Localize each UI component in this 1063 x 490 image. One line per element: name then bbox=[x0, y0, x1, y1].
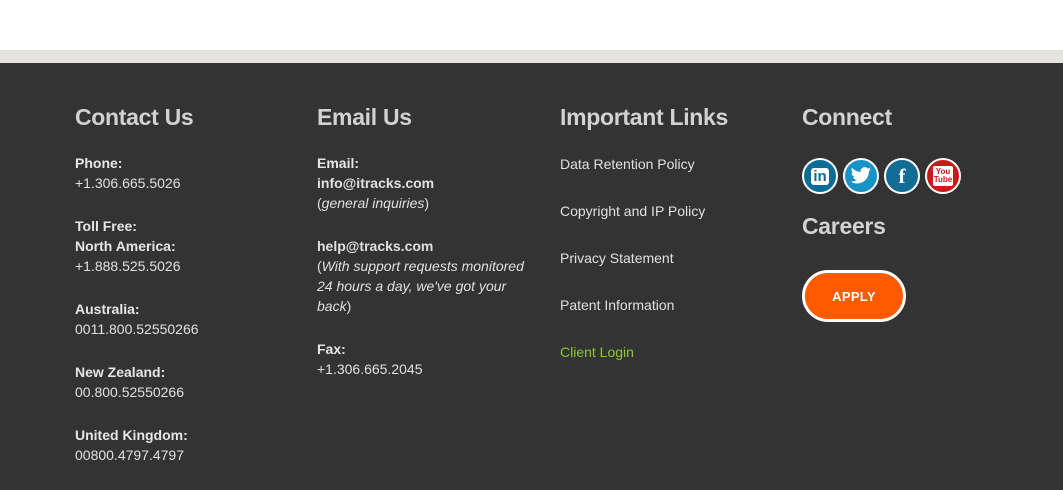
twitter-icon[interactable] bbox=[843, 158, 879, 194]
fax-label: Fax: bbox=[317, 341, 346, 357]
important-links-heading: Important Links bbox=[560, 104, 729, 130]
info-email-link[interactable]: info@itracks.com bbox=[317, 173, 547, 193]
united-kingdom-label: United Kingdom: bbox=[75, 427, 188, 443]
australia-block: Australia: 0011.800.52550266 bbox=[75, 299, 295, 339]
tollfree-label: Toll Free: bbox=[75, 218, 137, 234]
tollfree-block: Toll Free: North America: +1.888.525.502… bbox=[75, 216, 295, 276]
fax-block: Fax: +1.306.665.2045 bbox=[317, 339, 547, 379]
page-top-area bbox=[0, 0, 1063, 50]
united-kingdom-value[interactable]: 00800.4797.4797 bbox=[75, 445, 295, 465]
facebook-glyph: f bbox=[898, 163, 906, 188]
email-column: Email Us Email: info@itracks.com (genera… bbox=[317, 103, 547, 379]
connect-heading: Connect bbox=[802, 104, 892, 130]
youtube-icon[interactable]: You Tube bbox=[925, 158, 961, 194]
australia-value[interactable]: 0011.800.52550266 bbox=[75, 319, 295, 339]
help-email-link[interactable]: help@tracks.com bbox=[317, 236, 532, 256]
important-links-column: Important Links Data Retention Policy Co… bbox=[560, 103, 780, 362]
linkedin-glyph: in bbox=[811, 167, 829, 185]
linkedin-icon[interactable]: in bbox=[802, 158, 838, 194]
north-america-value[interactable]: +1.888.525.5026 bbox=[75, 256, 295, 276]
help-note-close: ) bbox=[346, 298, 352, 314]
connect-column: Connect in f You Tube Careers APPLY bbox=[802, 103, 1042, 343]
email-label: Email: bbox=[317, 155, 360, 171]
info-note-text: general inquiries bbox=[321, 195, 425, 211]
phone-block: Phone: +1.306.665.5026 bbox=[75, 153, 295, 193]
email-block: Email: info@itracks.com (general inquiri… bbox=[317, 153, 547, 213]
twitter-bird-shape bbox=[850, 167, 871, 184]
data-retention-policy-link[interactable]: Data Retention Policy bbox=[560, 154, 780, 174]
contact-column: Contact Us Phone: +1.306.665.5026 Toll F… bbox=[75, 103, 295, 465]
info-email-note: (general inquiries) bbox=[317, 193, 547, 213]
patent-information-link[interactable]: Patent Information bbox=[560, 295, 780, 315]
help-email-block: help@tracks.com (With support requests m… bbox=[317, 236, 532, 316]
careers-heading: Careers bbox=[802, 213, 886, 239]
new-zealand-value[interactable]: 00.800.52550266 bbox=[75, 382, 295, 402]
facebook-icon[interactable]: f bbox=[884, 158, 920, 194]
info-note-close: ) bbox=[424, 195, 430, 211]
copyright-ip-policy-link[interactable]: Copyright and IP Policy bbox=[560, 201, 780, 221]
new-zealand-label: New Zealand: bbox=[75, 364, 166, 380]
client-login-link[interactable]: Client Login bbox=[560, 342, 780, 362]
north-america-label: North America: bbox=[75, 238, 176, 254]
phone-label: Phone: bbox=[75, 155, 123, 171]
social-links: in f You Tube bbox=[802, 158, 1042, 194]
phone-value[interactable]: +1.306.665.5026 bbox=[75, 173, 295, 193]
contact-heading: Contact Us bbox=[75, 104, 194, 130]
united-kingdom-block: United Kingdom: 00800.4797.4797 bbox=[75, 425, 295, 465]
new-zealand-block: New Zealand: 00.800.52550266 bbox=[75, 362, 295, 402]
fax-value: +1.306.665.2045 bbox=[317, 361, 423, 377]
footer-top-border bbox=[0, 50, 1063, 63]
apply-button[interactable]: APPLY bbox=[802, 270, 906, 322]
privacy-statement-link[interactable]: Privacy Statement bbox=[560, 248, 780, 268]
site-footer: Contact Us Phone: +1.306.665.5026 Toll F… bbox=[0, 63, 1063, 490]
email-heading: Email Us bbox=[317, 104, 412, 130]
australia-label: Australia: bbox=[75, 301, 140, 317]
help-email-note: (With support requests monitored 24 hour… bbox=[317, 256, 532, 316]
youtube-glyph: You Tube bbox=[933, 166, 953, 186]
